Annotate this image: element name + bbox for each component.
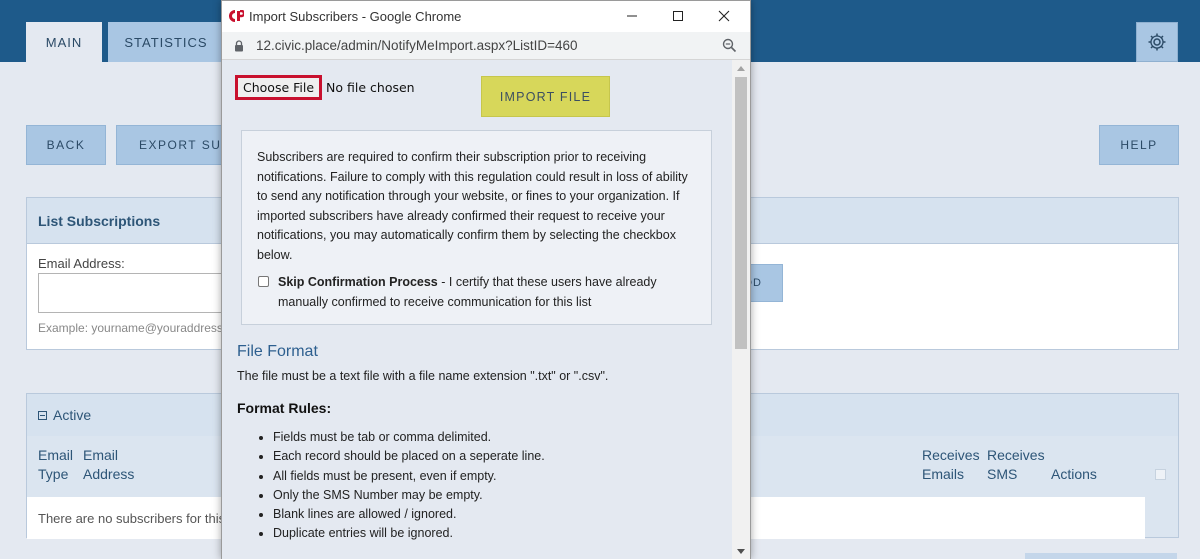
- format-rules-list: Fields must be tab or comma delimited. E…: [237, 428, 545, 544]
- scroll-down-icon[interactable]: [737, 549, 745, 554]
- import-subscribers-window: Import Subscribers - Google Chrome 12.ci…: [221, 0, 751, 559]
- column-label: Email: [83, 447, 119, 463]
- column-label: SMS: [987, 466, 1018, 482]
- column-receives-sms[interactable]: Receives SMS: [987, 446, 1045, 484]
- import-file-button[interactable]: IMPORT FILE: [481, 76, 610, 117]
- list-item: All fields must be present, even if empt…: [237, 467, 545, 486]
- maximize-icon: [673, 11, 683, 21]
- settings-button[interactable]: [1136, 22, 1178, 62]
- notice-text: Subscribers are required to confirm thei…: [257, 150, 688, 262]
- list-item: Only the SMS Number may be empty.: [237, 486, 545, 505]
- collapse-icon[interactable]: [38, 410, 47, 420]
- skip-confirmation-checkbox[interactable]: [258, 276, 269, 287]
- list-item: Each record should be placed on a sepera…: [237, 447, 545, 466]
- url-text[interactable]: 12.civic.place/admin/NotifyMeImport.aspx…: [256, 38, 578, 53]
- gear-icon: [1148, 33, 1166, 51]
- column-label: Email: [38, 447, 74, 463]
- vertical-scrollbar[interactable]: [732, 60, 750, 559]
- email-input[interactable]: [38, 273, 238, 313]
- skip-title: Skip Confirmation Process: [278, 275, 438, 289]
- minimize-icon: [627, 15, 637, 17]
- address-bar[interactable]: 12.civic.place/admin/NotifyMeImport.aspx…: [222, 32, 750, 60]
- list-item: Blank lines are allowed / ignored.: [237, 505, 545, 524]
- list-item: Duplicate entries will be ignored.: [237, 524, 545, 543]
- help-button[interactable]: HELP: [1099, 125, 1179, 165]
- scroll-up-icon[interactable]: [737, 66, 745, 71]
- back-button[interactable]: BACK: [26, 125, 106, 165]
- scroll-thumb[interactable]: [735, 77, 747, 349]
- select-all-checkbox[interactable]: [1155, 469, 1166, 480]
- confirmation-notice: Subscribers are required to confirm thei…: [241, 130, 712, 325]
- close-button[interactable]: [713, 6, 735, 26]
- column-email-type[interactable]: Email Type: [38, 446, 73, 484]
- window-titlebar[interactable]: Import Subscribers - Google Chrome: [222, 1, 750, 32]
- format-rules-heading: Format Rules:: [237, 400, 332, 416]
- column-label: Emails: [922, 466, 965, 482]
- lock-icon: [235, 40, 243, 52]
- no-file-text: No file chosen: [326, 80, 415, 95]
- skip-confirmation-label[interactable]: Skip Confirmation Process - I certify th…: [278, 272, 696, 312]
- file-format-heading: File Format: [237, 343, 318, 360]
- column-actions: Actions: [1051, 466, 1097, 482]
- file-picker[interactable]: Choose File No file chosen: [235, 75, 415, 100]
- export-subscribers-button[interactable]: EXPORT SUBSCRIBERS: [116, 125, 226, 165]
- column-email-address[interactable]: Email Address: [83, 446, 134, 484]
- email-hint: Example: yourname@youraddress.com: [38, 321, 249, 335]
- bottom-button-edge[interactable]: [1025, 553, 1177, 559]
- column-label: Address: [83, 466, 135, 482]
- civicplus-logo-icon: [229, 10, 244, 22]
- column-label: Receives: [987, 447, 1045, 463]
- column-label: Type: [38, 466, 69, 482]
- skip-confirmation-row[interactable]: Skip Confirmation Process - I certify th…: [257, 272, 696, 312]
- column-label: Receives: [922, 447, 980, 463]
- maximize-button[interactable]: [667, 6, 689, 26]
- tab-statistics[interactable]: STATISTICS: [108, 22, 224, 62]
- file-format-description: The file must be a text file with a file…: [237, 369, 609, 383]
- window-title: Import Subscribers - Google Chrome: [249, 9, 462, 24]
- tab-main[interactable]: MAIN: [26, 22, 102, 62]
- column-receives-emails[interactable]: Receives Emails: [922, 446, 980, 484]
- popup-content: Choose File No file chosen IMPORT FILE S…: [222, 60, 732, 559]
- active-title: Active: [53, 407, 92, 423]
- minimize-button[interactable]: [621, 6, 643, 26]
- close-icon: [718, 10, 730, 22]
- email-label: Email Address:: [38, 256, 125, 271]
- zoom-icon[interactable]: [722, 38, 737, 53]
- choose-file-button[interactable]: Choose File: [235, 75, 323, 100]
- list-item: Fields must be tab or comma delimited.: [237, 428, 545, 447]
